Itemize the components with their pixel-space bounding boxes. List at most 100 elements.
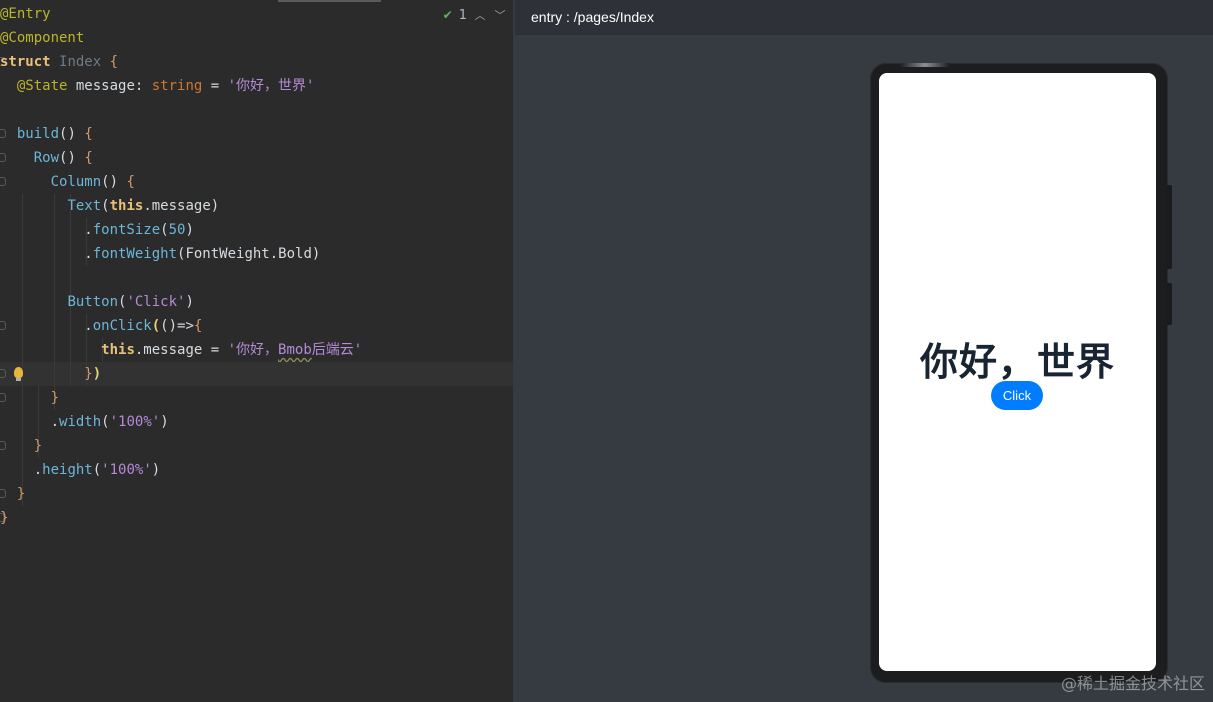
code-token: ) [160, 414, 169, 430]
code-line[interactable]: } [0, 434, 513, 458]
code-token: 50 [168, 222, 186, 238]
code-token: 后端云' [311, 342, 363, 358]
code-token: Row [33, 150, 60, 166]
code-line[interactable]: this.message = '你好，Bmob后端云' [0, 338, 513, 362]
code-text: } [0, 390, 59, 406]
code-text: @Entry [0, 6, 51, 22]
code-token: { [84, 150, 93, 166]
code-line[interactable]: struct Index { [0, 50, 513, 74]
code-token: . [0, 222, 93, 238]
code-line[interactable] [0, 98, 513, 122]
code-line[interactable]: @Entry [0, 2, 513, 26]
hello-world-text: 你好，世界 [919, 340, 1115, 384]
code-token: ( [101, 198, 110, 214]
watermark: @稀土掘金技术社区 [1060, 674, 1205, 693]
code-token: ) [92, 366, 102, 382]
code-line[interactable]: .fontWeight(FontWeight.Bold) [0, 242, 513, 266]
code-token: . [0, 246, 93, 262]
code-text: .width('100%') [0, 414, 169, 430]
code-token: ()=> [160, 318, 194, 334]
code-line[interactable]: Row() { [0, 146, 513, 170]
code-line[interactable]: .width('100%') [0, 410, 513, 434]
code-token: '100%' [109, 414, 161, 430]
device-edge-highlight [900, 63, 950, 67]
code-token: ( [101, 414, 110, 430]
code-token: ( [151, 318, 161, 334]
code-text: Row() { [0, 150, 93, 166]
device-screen[interactable]: 你好，世界 Click [879, 73, 1156, 671]
code-line[interactable]: @State message: string = '你好，世界' [0, 74, 513, 98]
code-line[interactable]: .height('100%') [0, 458, 513, 482]
code-token: { [126, 174, 135, 190]
code-line[interactable]: }) [0, 362, 513, 386]
code-token: . [0, 414, 60, 430]
code-text: @Component [0, 30, 84, 46]
code-token: . [0, 462, 43, 478]
code-token: Button [67, 294, 119, 310]
code-token: (FontWeight.Bold) [177, 246, 321, 262]
code-token: } [84, 366, 93, 382]
code-editor[interactable]: ✔ 1 ︿ ﹀ @Entry @Component struct Index { @… [0, 0, 513, 702]
code-token: @Entry [0, 6, 51, 22]
code-token: @State [16, 78, 76, 94]
code-line[interactable]: build() { [0, 122, 513, 146]
indent-guide [22, 266, 23, 290]
code-token: } [33, 438, 43, 454]
code-text: .height('100%') [0, 462, 160, 478]
code-token: height [42, 462, 93, 478]
code-token: Text [67, 198, 102, 214]
code-line[interactable]: } [0, 482, 513, 506]
code-token: ( [92, 462, 102, 478]
code-text: Column() { [0, 174, 135, 190]
code-text: } [0, 486, 25, 502]
code-token: ) [185, 294, 194, 310]
page-path-label: entry : /pages/Index [531, 9, 654, 25]
code-line[interactable]: } [0, 386, 513, 410]
code-token: message: [75, 78, 152, 94]
device-frame: 你好，世界 Click [870, 63, 1172, 683]
code-token: build [16, 126, 60, 142]
code-token: 'Click' [126, 294, 186, 310]
code-text: this.message = '你好，Bmob后端云' [0, 342, 362, 358]
code-token: { [84, 126, 93, 142]
code-area[interactable]: @Entry @Component struct Index { @State me… [0, 2, 513, 530]
code-token: ) [151, 462, 161, 478]
code-token: struct [0, 54, 60, 70]
code-text: .onClick(()=>{ [0, 318, 202, 334]
code-token: '100%' [101, 462, 152, 478]
code-line[interactable]: Column() { [0, 170, 513, 194]
code-text: } [0, 510, 8, 526]
code-token: Column [50, 174, 102, 190]
code-line[interactable]: @Component [0, 26, 513, 50]
code-token: this [109, 198, 144, 214]
previewer-panel: entry : /pages/Index 你好，世界 Click @稀土掘金技术… [513, 0, 1213, 702]
code-text: @State message: string = '你好，世界' [0, 78, 315, 94]
code-token: .message) [143, 198, 220, 214]
code-line[interactable]: Button('Click') [0, 290, 513, 314]
click-button[interactable]: Click [991, 381, 1043, 410]
code-line[interactable] [0, 266, 513, 290]
code-line[interactable]: } [0, 506, 513, 530]
code-line[interactable]: .fontSize(50) [0, 218, 513, 242]
code-token: ( [160, 222, 169, 238]
code-token: '你好，世界' [227, 78, 315, 94]
code-line[interactable]: .onClick(()=>{ [0, 314, 513, 338]
code-line[interactable]: Text(this.message) [0, 194, 513, 218]
code-text: } [0, 438, 42, 454]
code-token: . [0, 318, 93, 334]
code-token: Index [59, 54, 110, 70]
code-token: () [59, 126, 85, 142]
code-token: this [101, 342, 135, 358]
code-text: }) [0, 366, 101, 382]
code-token: } [50, 390, 60, 406]
code-text: Button('Click') [0, 294, 194, 310]
